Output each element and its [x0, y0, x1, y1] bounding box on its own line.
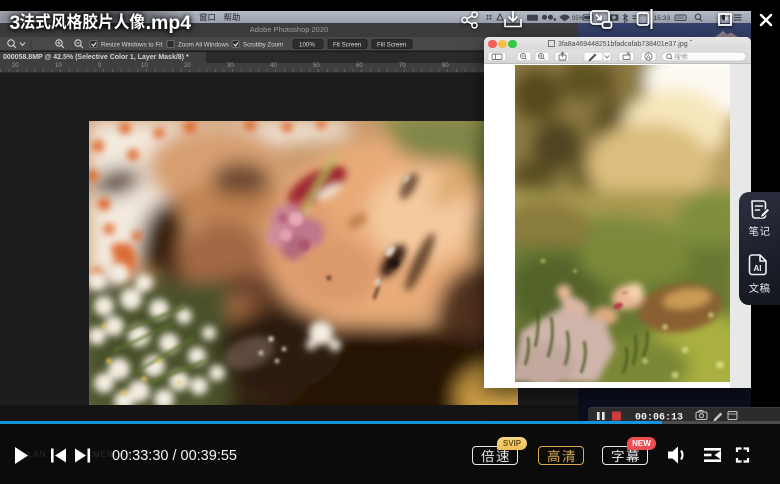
svg-text:Zoom All Windows: Zoom All Windows [178, 41, 229, 48]
svg-text:15:33: 15:33 [654, 15, 671, 22]
svg-text:Resize Windows to Fit: Resize Windows to Fit [101, 41, 162, 48]
svg-text:AI: AI [754, 264, 762, 273]
svg-text:Fit Screen: Fit Screen [333, 41, 362, 48]
svg-text:A: A [646, 55, 650, 61]
svg-text:100%: 100% [299, 41, 315, 48]
svg-text:Scrubby Zoom: Scrubby Zoom [243, 41, 283, 48]
svg-text:.mp4: .mp4 [146, 12, 192, 34]
svg-text:Fill Screen: Fill Screen [377, 41, 407, 48]
svg-text:3: 3 [10, 12, 21, 34]
